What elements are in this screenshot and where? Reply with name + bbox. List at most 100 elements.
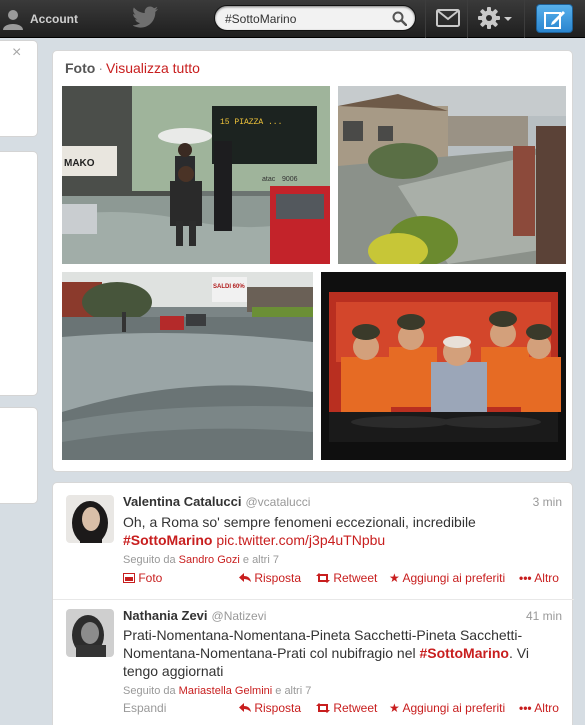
flooded-houses-photo bbox=[338, 86, 566, 264]
favorite-action[interactable]: ★ Aggiungi ai preferiti bbox=[389, 701, 505, 715]
topbar-divider bbox=[425, 0, 426, 38]
left-panel-footer bbox=[0, 407, 38, 504]
tweet-text: Oh, a Roma so' sempre fenomeni ecceziona… bbox=[123, 513, 563, 549]
compose-tweet-button[interactable] bbox=[536, 4, 573, 33]
more-action[interactable]: ••• Altro bbox=[519, 571, 559, 585]
gear-icon[interactable] bbox=[478, 7, 500, 29]
followed-by-prefix: Seguito da bbox=[123, 554, 176, 566]
followed-by-user[interactable]: Sandro Gozi bbox=[179, 554, 240, 566]
followed-by-prefix: Seguito da bbox=[123, 685, 176, 697]
more-dots-icon: ••• bbox=[519, 571, 532, 585]
topbar-divider bbox=[467, 0, 468, 38]
photos-card: Foto · Visualizza tutto 15 PIAZZA ... atac… bbox=[52, 50, 573, 472]
tweet-author[interactable]: Nathania Zevi @Natizevi bbox=[123, 608, 266, 623]
star-icon: ★ bbox=[389, 701, 400, 715]
twitter-bird-icon[interactable] bbox=[133, 6, 159, 28]
reply-icon bbox=[239, 573, 251, 582]
retweet-icon bbox=[316, 573, 330, 583]
retweet-icon bbox=[316, 703, 330, 713]
tweet[interactable]: Nathania Zevi @Natizevi 41 min Prati-Nome… bbox=[53, 600, 574, 725]
tweets-card: Valentina Catalucci @vcatalucci 3 min Oh,… bbox=[52, 482, 574, 725]
photos-header: Foto · Visualizza tutto bbox=[65, 60, 200, 76]
tweet-text: Prati-Nomentana-Nomentana-Pineta Sacchet… bbox=[123, 626, 563, 680]
retweet-action[interactable]: Retweet bbox=[316, 701, 377, 715]
tweet-timestamp[interactable]: 3 min bbox=[533, 495, 562, 509]
more-dots-icon: ••• bbox=[519, 701, 532, 715]
bus-route-sign: 15 PIAZZA ... bbox=[220, 118, 282, 127]
photo-thumbnail[interactable] bbox=[321, 272, 566, 460]
search-box bbox=[214, 5, 416, 31]
mail-icon[interactable] bbox=[436, 9, 460, 27]
tweet-text-line: Nomentana-Nomentana-Prati col nubifragio… bbox=[123, 645, 416, 661]
expand-action[interactable]: Espandi bbox=[123, 701, 166, 715]
hashtag-link[interactable]: #SottoMarino bbox=[123, 532, 212, 548]
followed-by-suffix: e altri 7 bbox=[242, 554, 279, 566]
photos-separator: · bbox=[98, 60, 103, 76]
photo-thumbnail[interactable]: SALDI 60% bbox=[62, 272, 313, 460]
photo-label: Foto bbox=[138, 571, 163, 585]
author-handle[interactable]: @vcatalucci bbox=[246, 495, 311, 509]
reply-label: Risposta bbox=[254, 571, 302, 585]
bus-number: 9006 bbox=[282, 176, 298, 183]
media-link[interactable]: pic.twitter.com/j3p4uTNpbu bbox=[216, 532, 385, 548]
avatar-image bbox=[66, 495, 114, 543]
author-name[interactable]: Valentina Catalucci bbox=[123, 494, 242, 509]
tweet-author[interactable]: Valentina Catalucci @vcatalucci bbox=[123, 494, 310, 509]
account-menu[interactable]: Account bbox=[0, 0, 78, 38]
view-photo-action[interactable]: Foto bbox=[123, 571, 162, 585]
reply-action[interactable]: Risposta bbox=[239, 571, 301, 585]
billboard-text: SALDI 60% bbox=[213, 284, 245, 290]
view-all-photos-link[interactable]: Visualizza tutto bbox=[106, 60, 200, 76]
tweet-text-line: tengo aggiornati bbox=[123, 663, 224, 679]
followed-by: Seguito da Sandro Gozi e altri 7 bbox=[123, 554, 279, 566]
tweet[interactable]: Valentina Catalucci @vcatalucci 3 min Oh,… bbox=[53, 483, 574, 599]
more-label: Altro bbox=[534, 571, 559, 585]
star-icon: ★ bbox=[389, 571, 400, 585]
followed-by: Seguito da Mariastella Gelmini e altri 7 bbox=[123, 685, 311, 697]
photos-title: Foto bbox=[65, 60, 96, 76]
tweet-actions: Foto Risposta Retweet ★ Aggiungi ai pref… bbox=[123, 571, 563, 587]
account-icon bbox=[3, 10, 23, 30]
chevron-down-icon[interactable] bbox=[504, 17, 512, 21]
retweet-label: Retweet bbox=[333, 701, 378, 715]
favorite-label: Aggiungi ai preferiti bbox=[402, 571, 506, 585]
left-panel-trends bbox=[0, 151, 38, 396]
photo-thumbnail[interactable] bbox=[338, 86, 566, 264]
retweet-label: Retweet bbox=[333, 571, 378, 585]
more-label: Altro bbox=[534, 701, 559, 715]
reply-icon bbox=[239, 703, 251, 712]
tweet-text-body: Oh, a Roma so' sempre fenomeni ecceziona… bbox=[123, 514, 476, 530]
hashtag-link[interactable]: #SottoMarino bbox=[420, 645, 509, 661]
ad-text: MAKO bbox=[64, 158, 95, 169]
reply-label: Risposta bbox=[254, 701, 302, 715]
more-action[interactable]: ••• Altro bbox=[519, 701, 559, 715]
compose-icon bbox=[543, 10, 565, 29]
tweet-text-line: . Vi bbox=[508, 645, 529, 661]
reply-action[interactable]: Risposta bbox=[239, 701, 301, 715]
retweet-action[interactable]: Retweet bbox=[316, 571, 377, 585]
search-icon[interactable] bbox=[392, 11, 407, 26]
tweet-timestamp[interactable]: 41 min bbox=[526, 609, 562, 623]
top-navigation-bar: Account bbox=[0, 0, 585, 38]
photo-thumbnail[interactable]: 15 PIAZZA ... atac 9006 MAKO bbox=[62, 86, 330, 264]
author-handle[interactable]: @Natizevi bbox=[212, 609, 267, 623]
account-label: Account bbox=[30, 12, 78, 26]
photo-icon bbox=[123, 573, 135, 583]
flooded-street-photo: 15 PIAZZA ... atac 9006 MAKO bbox=[62, 86, 330, 264]
close-icon[interactable]: × bbox=[12, 44, 21, 62]
bus-brand: atac bbox=[262, 176, 276, 183]
tweet-actions: Espandi Risposta Retweet ★ Aggiungi ai p… bbox=[123, 701, 563, 717]
flooded-road-photo: SALDI 60% bbox=[62, 272, 313, 460]
topbar-divider bbox=[524, 0, 525, 38]
favorite-action[interactable]: ★ Aggiungi ai preferiti bbox=[389, 571, 505, 585]
avatar[interactable] bbox=[66, 609, 114, 657]
author-name[interactable]: Nathania Zevi bbox=[123, 608, 208, 623]
followed-by-user[interactable]: Mariastella Gelmini bbox=[179, 685, 273, 697]
firefighters-photo bbox=[321, 272, 566, 460]
followed-by-suffix: e altri 7 bbox=[275, 685, 312, 697]
avatar-image bbox=[66, 609, 114, 657]
search-input[interactable] bbox=[225, 10, 390, 27]
favorite-label: Aggiungi ai preferiti bbox=[402, 701, 506, 715]
avatar[interactable] bbox=[66, 495, 114, 543]
tweet-text-line: Prati-Nomentana-Nomentana-Pineta Sacchet… bbox=[123, 627, 523, 643]
